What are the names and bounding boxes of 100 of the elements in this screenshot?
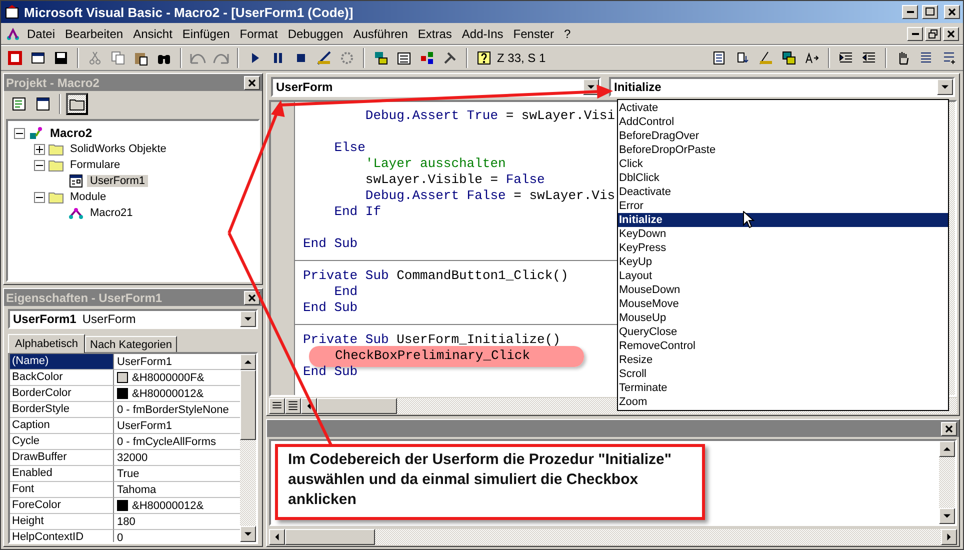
app-icon: [4, 4, 20, 20]
property-name[interactable]: Cycle: [10, 434, 114, 450]
save-icon: [53, 50, 69, 66]
expander-icon[interactable]: [14, 128, 25, 138]
menu-item[interactable]: Format: [236, 24, 282, 42]
object-dropdown[interactable]: UserForm1 UserForm: [8, 309, 258, 329]
close-button[interactable]: [244, 76, 260, 90]
property-value: 0 - fmBorderStyleNone: [117, 404, 229, 416]
object-dropdown[interactable]: UserForm: [271, 77, 601, 97]
tree-item[interactable]: UserForm1: [87, 175, 148, 187]
tab[interactable]: Nach Kategorien: [85, 336, 177, 352]
close-button[interactable]: [244, 290, 260, 304]
full-module-view-button[interactable]: [285, 398, 301, 414]
list-item[interactable]: Initialize: [618, 213, 948, 227]
tree-item[interactable]: SolidWorks Objekte: [67, 143, 170, 155]
module-icon: [68, 205, 84, 221]
scroll-thumb[interactable]: [317, 398, 397, 414]
form-icon: [30, 50, 46, 66]
tree-item[interactable]: Formulare: [67, 159, 124, 171]
maximize-button[interactable]: [922, 5, 938, 19]
scroll-down-button[interactable]: [939, 508, 955, 524]
property-value: &H80000012&: [132, 500, 204, 512]
property-value: &H80000012&: [132, 388, 204, 400]
scroll-down-button[interactable]: [240, 526, 256, 542]
minimize-icon: [912, 32, 918, 34]
project-icon: [28, 125, 44, 141]
tree-item[interactable]: Macro21: [87, 207, 136, 219]
close-button[interactable]: [943, 26, 959, 40]
logo-icon: [7, 50, 23, 66]
menu-item[interactable]: Add-Ins: [458, 24, 508, 42]
property-value: 180: [117, 516, 136, 528]
property-name[interactable]: (Name): [10, 354, 114, 370]
scroll-thumb[interactable]: [240, 370, 256, 440]
restore-icon: [927, 28, 939, 40]
procedure-dropdown[interactable]: Initialize: [609, 77, 955, 97]
restore-button[interactable]: [925, 26, 941, 40]
code-line: End Sub: [303, 364, 358, 380]
expander-icon[interactable]: [34, 192, 45, 202]
tools-icon: [442, 50, 458, 66]
dropdown-button[interactable]: [240, 311, 256, 327]
property-value: 0 - fmCycleAllForms: [117, 436, 216, 448]
toggle-folders-button[interactable]: [66, 93, 88, 115]
procedure-view-button[interactable]: [269, 398, 285, 414]
scroll-left-button[interactable]: [269, 529, 285, 545]
help-icon: [476, 50, 492, 66]
property-value: &H8000000F&: [132, 372, 204, 384]
panel-title: Projekt - Macro2: [6, 76, 100, 90]
menu-item[interactable]: Ansicht: [129, 24, 176, 42]
minimize-button[interactable]: [907, 26, 923, 40]
close-button[interactable]: [944, 5, 960, 19]
object-browser-icon: [419, 50, 435, 66]
panel-title: Eigenschaften - UserForm1: [6, 290, 162, 304]
paste-icon: [133, 50, 149, 66]
menu-item[interactable]: Extras: [414, 24, 456, 42]
property-name[interactable]: Font: [10, 482, 114, 498]
scroll-right-button[interactable]: [941, 529, 957, 545]
code-line: 'Layer ausschalten: [365, 156, 506, 172]
menu-item[interactable]: Bearbeiten: [61, 24, 128, 42]
scroll-up-button[interactable]: [939, 441, 955, 457]
property-name[interactable]: ForeColor: [10, 498, 114, 514]
minimize-button[interactable]: [902, 5, 918, 19]
property-name[interactable]: BorderStyle: [10, 402, 114, 418]
menu-item[interactable]: Fenster: [509, 24, 558, 42]
property-name[interactable]: Caption: [10, 418, 114, 434]
property-name[interactable]: DrawBuffer: [10, 450, 114, 466]
form-icon: [68, 173, 84, 189]
menu-item[interactable]: Debuggen: [284, 24, 348, 42]
code-line: End Sub: [303, 236, 358, 252]
code-line: Private Sub UserForm_Initialize(): [303, 332, 560, 348]
module-icon: [5, 26, 21, 42]
dropdown-button[interactable]: [937, 79, 953, 95]
expander-icon[interactable]: [34, 160, 45, 170]
tree-item[interactable]: Macro2: [47, 126, 96, 140]
cursor-position: Z 33, S 1: [497, 51, 547, 65]
code-line: Private Sub CommandButton1_Click(): [303, 268, 568, 284]
property-name[interactable]: BorderColor: [10, 386, 114, 402]
menu-item[interactable]: Einfügen: [178, 24, 234, 42]
tree-item[interactable]: Module: [67, 191, 110, 203]
property-value: 32000: [117, 452, 148, 464]
menu-item[interactable]: ?: [560, 24, 575, 42]
menu-item[interactable]: Ausführen: [349, 24, 412, 42]
code-line: End If: [334, 204, 381, 220]
tab[interactable]: Alphabetisch: [8, 334, 85, 353]
property-name[interactable]: HelpContextID: [10, 530, 114, 542]
code-line: Debug.Assert False = swLayer.Vis: [365, 188, 616, 204]
properties-icon: [396, 50, 412, 66]
property-name[interactable]: Height: [10, 514, 114, 530]
logo-button[interactable]: [5, 48, 25, 68]
scroll-thumb[interactable]: [285, 529, 375, 545]
close-button[interactable]: [941, 422, 957, 436]
scroll-up-button[interactable]: [240, 354, 256, 370]
menu-item[interactable]: Datei: [23, 24, 60, 42]
property-value: UserForm1: [117, 356, 172, 368]
comment-icon: [941, 50, 957, 66]
property-name[interactable]: Enabled: [10, 466, 114, 482]
expander-icon[interactable]: [34, 144, 45, 154]
property-value: True: [117, 468, 140, 480]
property-name[interactable]: BackColor: [10, 370, 114, 386]
code-line: Debug.Assert True = swLayer.Visi: [365, 108, 616, 124]
immediate-pane[interactable]: Im Codebereich der Userform die Prozedur "Initialize" auswählen und da einmal simuliert die Checkbox anklicken: [271, 441, 939, 524]
